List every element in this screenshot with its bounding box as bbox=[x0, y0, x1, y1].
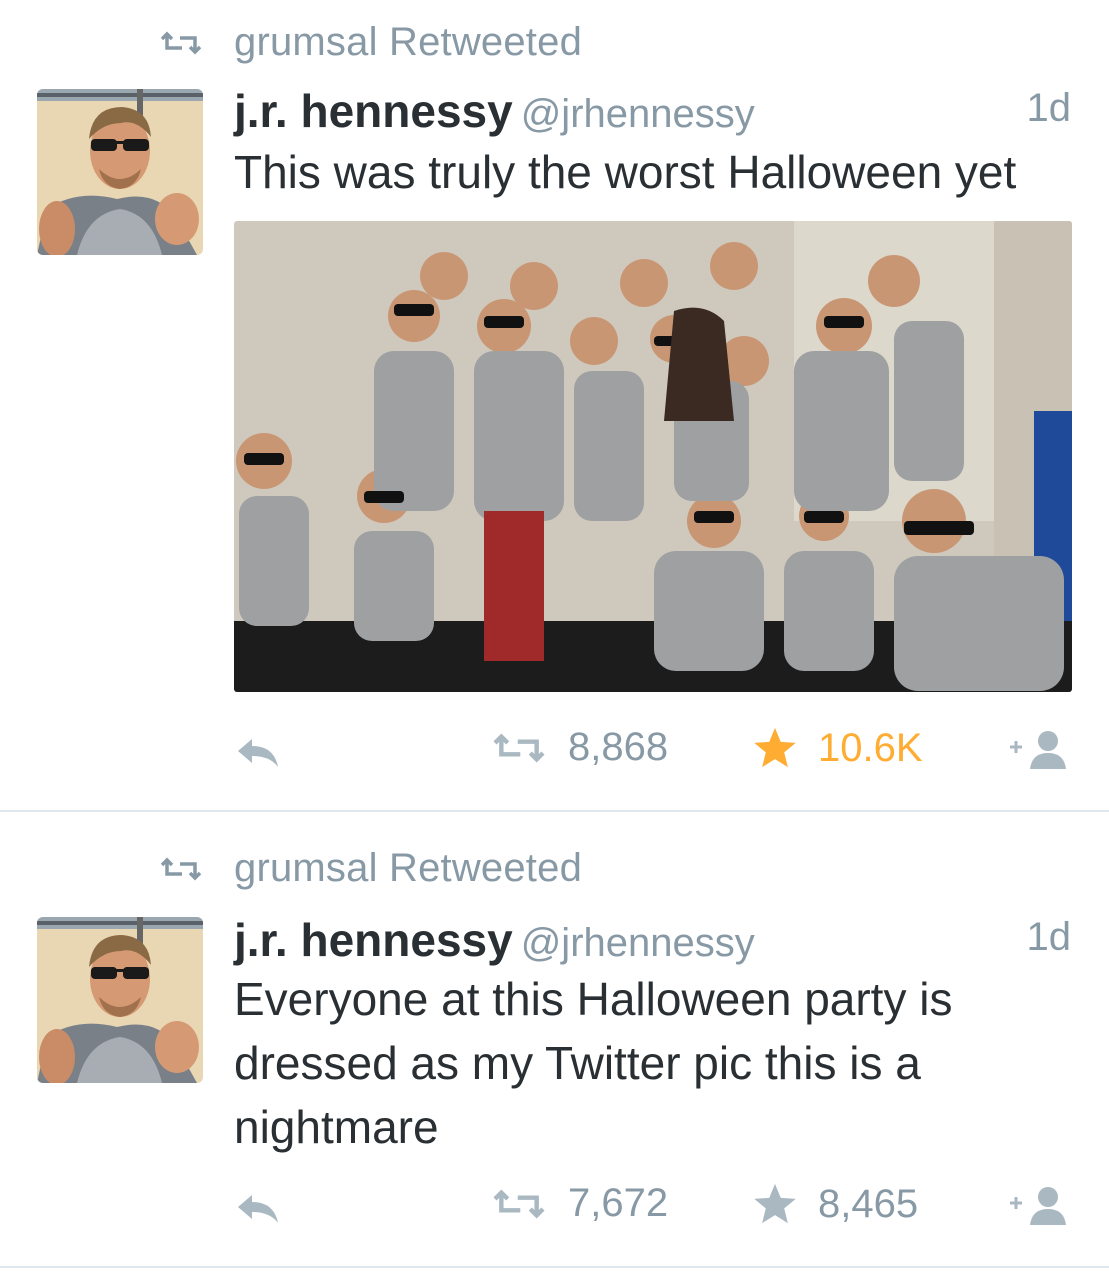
follow-icon bbox=[1010, 731, 1066, 769]
tweet-media-photo[interactable] bbox=[234, 221, 1072, 692]
favorite-button[interactable]: 10.6K bbox=[752, 725, 923, 771]
retweet-count: 7,672 bbox=[568, 1181, 669, 1225]
tweet-text-line: Everyone at this Halloween party is bbox=[234, 973, 953, 1025]
tweet-divider bbox=[0, 1266, 1109, 1268]
retweet-count: 8,868 bbox=[568, 725, 669, 769]
tweet-time[interactable]: 1d bbox=[1027, 86, 1072, 131]
favorite-button[interactable]: 8,465 bbox=[752, 1181, 918, 1227]
retweet-icon bbox=[493, 1189, 545, 1218]
tweet-actions: 7,672 8,465 bbox=[0, 1181, 1109, 1241]
tweet-1[interactable]: grumsal Retweeted j.r. hennessy @jrhennes… bbox=[0, 0, 1109, 812]
avatar-photo bbox=[37, 89, 203, 255]
retweet-context: grumsal Retweeted bbox=[158, 846, 582, 891]
author-name[interactable]: j.r. hennessy bbox=[234, 85, 513, 137]
retweet-label[interactable]: grumsal Retweeted bbox=[234, 846, 582, 891]
reply-icon bbox=[238, 739, 278, 767]
tweet-text-line: nightmare bbox=[234, 1101, 439, 1153]
tweet-header: j.r. hennessy @jrhennessy 1d bbox=[234, 913, 1072, 966]
tweet-header: j.r. hennessy @jrhennessy 1d bbox=[234, 84, 1072, 137]
tweet-divider bbox=[0, 810, 1109, 812]
retweet-context: grumsal Retweeted bbox=[158, 20, 582, 65]
follow-icon bbox=[1010, 1187, 1066, 1225]
reply-button[interactable] bbox=[234, 733, 282, 773]
retweet-icon bbox=[160, 857, 202, 880]
tweet-2[interactable]: grumsal Retweeted j.r. hennessy @jrhennes… bbox=[0, 813, 1109, 1280]
follow-button[interactable] bbox=[1008, 1185, 1072, 1227]
avatar-photo bbox=[37, 917, 203, 1083]
retweet-icon bbox=[493, 733, 545, 762]
favorite-count: 8,465 bbox=[818, 1181, 919, 1226]
tweet-time[interactable]: 1d bbox=[1027, 915, 1072, 960]
star-icon bbox=[754, 727, 796, 768]
avatar[interactable] bbox=[37, 89, 203, 255]
star-icon bbox=[754, 1183, 796, 1224]
author-name[interactable]: j.r. hennessy bbox=[234, 914, 513, 966]
retweet-button[interactable]: 8,868 bbox=[490, 725, 668, 770]
retweet-icon bbox=[160, 31, 202, 54]
retweet-button[interactable]: 7,672 bbox=[490, 1181, 668, 1226]
author-handle[interactable]: @jrhennessy bbox=[521, 92, 755, 136]
retweet-label[interactable]: grumsal Retweeted bbox=[234, 20, 582, 65]
tweet-actions: 8,868 10.6K bbox=[0, 725, 1109, 785]
tweet-text-line: dressed as my Twitter pic this is a bbox=[234, 1037, 921, 1089]
party-photo bbox=[234, 221, 1072, 692]
tweet-text-line: This was truly the worst Halloween yet bbox=[234, 146, 1017, 198]
favorite-count: 10.6K bbox=[818, 725, 923, 770]
follow-button[interactable] bbox=[1008, 729, 1072, 771]
avatar[interactable] bbox=[37, 917, 203, 1083]
tweet-text: This was truly the worst Halloween yet bbox=[234, 140, 1074, 204]
reply-button[interactable] bbox=[234, 1189, 282, 1229]
tweet-text: Everyone at this Halloween party is dres… bbox=[234, 967, 1074, 1159]
author-handle[interactable]: @jrhennessy bbox=[521, 921, 755, 965]
reply-icon bbox=[238, 1195, 278, 1223]
